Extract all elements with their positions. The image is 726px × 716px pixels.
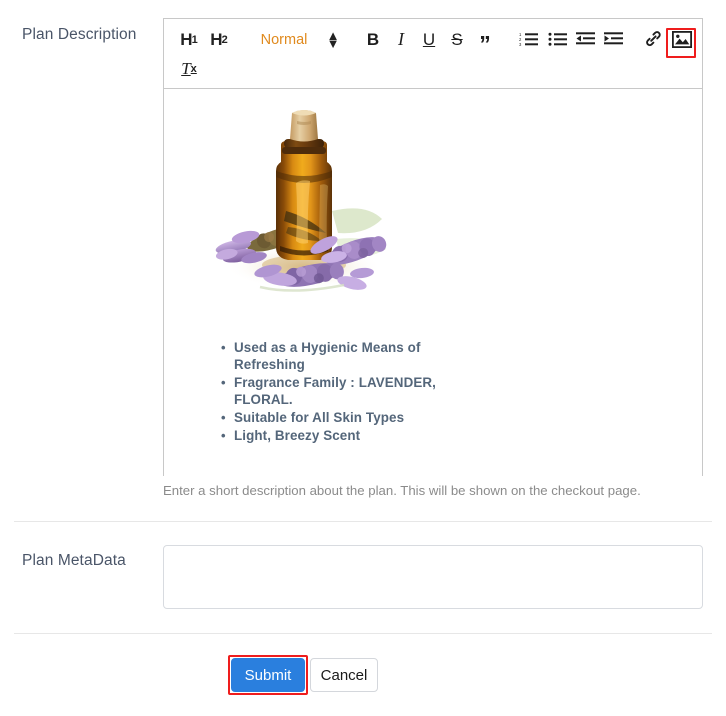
cancel-button[interactable]: Cancel bbox=[310, 658, 378, 692]
plan-description-row: Plan Description H1 H2 Normal ▲ ▼ B I U … bbox=[0, 0, 726, 520]
clear-formatting-sub: x bbox=[190, 63, 197, 75]
heading-2-sub: 2 bbox=[221, 34, 228, 46]
heading-1-sub: 1 bbox=[191, 34, 198, 46]
outdent-icon[interactable] bbox=[574, 28, 596, 50]
indent-icon[interactable] bbox=[602, 28, 624, 50]
list-item: Light, Breezy Scent bbox=[221, 427, 462, 444]
italic-button[interactable]: I bbox=[389, 26, 413, 52]
list-item: Fragrance Family : LAVENDER, FLORAL. bbox=[221, 374, 462, 408]
underline-button[interactable]: U bbox=[417, 27, 441, 53]
bullet-list-icon[interactable] bbox=[546, 28, 568, 50]
clear-formatting-button[interactable]: Tx bbox=[176, 57, 202, 81]
plan-metadata-label: Plan MetaData bbox=[22, 552, 126, 569]
bold-button[interactable]: B bbox=[361, 27, 385, 53]
description-bullet-list: Used as a Hygienic Means of Refreshing F… bbox=[212, 339, 462, 445]
plan-description-helper-text: Enter a short description about the plan… bbox=[163, 483, 641, 498]
rich-text-editor[interactable]: H1 H2 Normal ▲ ▼ B I U S ” 1 2 3 T x • U… bbox=[163, 18, 703, 476]
heading-1-button[interactable]: H1 bbox=[176, 27, 202, 53]
product-image bbox=[204, 99, 404, 314]
clear-formatting-label: T bbox=[181, 59, 191, 78]
divider-top bbox=[14, 521, 712, 522]
format-select[interactable]: Normal bbox=[244, 29, 324, 51]
strikethrough-label: S bbox=[451, 30, 463, 49]
underline-label: U bbox=[422, 30, 436, 49]
blockquote-label: ” bbox=[479, 30, 491, 57]
list-item: Suitable for All Skin Types bbox=[221, 409, 462, 426]
plan-form-page: Plan Description H1 H2 Normal ▲ ▼ B I U … bbox=[0, 0, 726, 716]
editor-toolbar: H1 H2 Normal ▲ ▼ B I U S ” 1 2 3 T x bbox=[164, 19, 702, 89]
image-icon[interactable] bbox=[671, 28, 693, 50]
blockquote-button[interactable]: ” bbox=[473, 25, 497, 57]
heading-2-button[interactable]: H2 bbox=[206, 27, 232, 53]
bold-label: B bbox=[366, 30, 380, 49]
plan-description-label: Plan Description bbox=[22, 26, 137, 43]
submit-button[interactable]: Submit bbox=[231, 658, 305, 692]
editor-content-area[interactable]: Used as a Hygienic Means of Refreshing F… bbox=[164, 89, 702, 476]
ordered-list-icon[interactable]: 1 2 3 bbox=[517, 28, 539, 50]
italic-label: I bbox=[398, 28, 404, 49]
list-item: Used as a Hygienic Means of Refreshing bbox=[221, 339, 462, 373]
format-select-stepper-icon[interactable]: ▲ ▼ bbox=[324, 29, 342, 50]
divider-bottom bbox=[14, 633, 712, 634]
strikethrough-button[interactable]: S bbox=[445, 27, 469, 53]
svg-text:3: 3 bbox=[519, 42, 522, 47]
plan-metadata-input[interactable] bbox=[163, 545, 703, 609]
format-select-value: Normal bbox=[260, 32, 308, 48]
link-icon[interactable] bbox=[642, 28, 664, 50]
